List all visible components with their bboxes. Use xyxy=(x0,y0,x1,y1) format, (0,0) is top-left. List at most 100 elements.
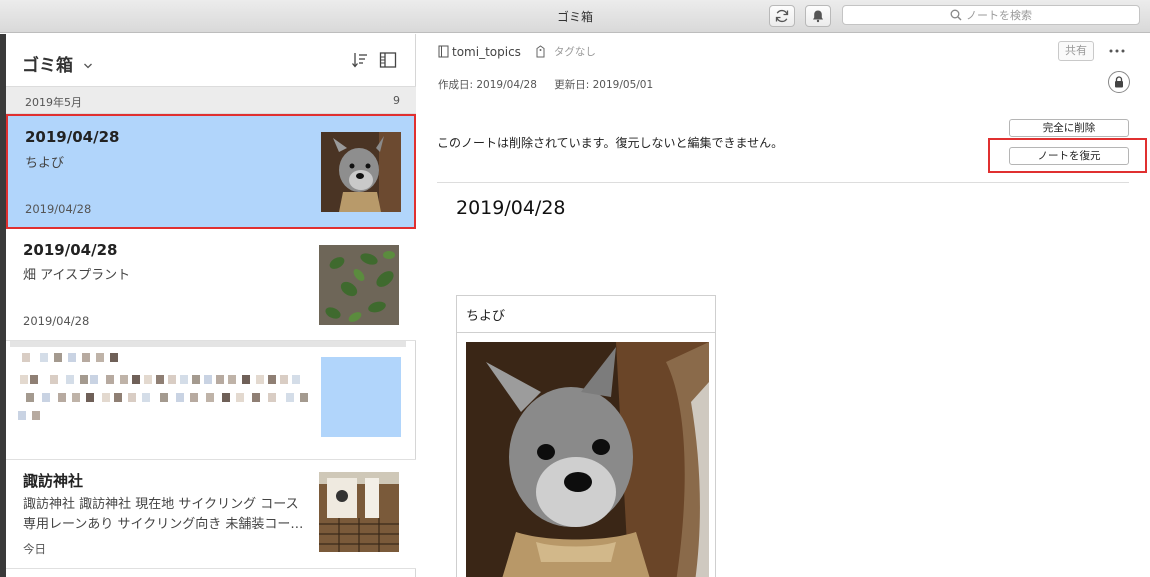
pixel-block xyxy=(30,375,38,384)
created-date: 作成日: 2019/04/28 xyxy=(438,79,537,91)
note-thumbnail-obscured xyxy=(321,357,401,437)
pixel-block xyxy=(90,375,98,384)
note-card-title: 諏訪神社 xyxy=(23,472,84,490)
pixel-block xyxy=(292,375,300,384)
tag-selector[interactable]: タグなし xyxy=(535,44,596,59)
pixel-block xyxy=(190,393,198,402)
title-bar: ゴミ箱 ノートを検索 xyxy=(0,0,1150,33)
pixel-block xyxy=(72,393,80,402)
pixel-block xyxy=(22,353,30,362)
more-icon[interactable] xyxy=(1108,43,1126,59)
pixel-block xyxy=(54,353,62,362)
pixel-block xyxy=(120,375,128,384)
section-label: 2019年5月 xyxy=(25,96,82,109)
sort-icon[interactable] xyxy=(351,51,369,69)
note-card-obscured[interactable] xyxy=(10,341,406,459)
table-header-cell: ちよび xyxy=(457,296,715,333)
plant-photo-icon xyxy=(319,245,399,325)
note-card-snippet: ちよび xyxy=(25,156,65,171)
pixel-block xyxy=(222,393,230,402)
pixel-block xyxy=(206,393,214,402)
note-card-title: 2019/04/28 xyxy=(25,128,120,146)
search-icon xyxy=(950,9,962,21)
date-section-header: 2019年5月 9 xyxy=(6,86,416,114)
note-table: ちよび xyxy=(456,295,716,577)
note-thumbnail-shrine xyxy=(319,472,399,552)
restore-note-button[interactable]: ノートを復元 xyxy=(1009,147,1129,165)
pixel-block xyxy=(58,393,66,402)
pixel-block xyxy=(160,393,168,402)
pixel-block xyxy=(286,393,294,402)
chevron-down-icon xyxy=(83,63,92,69)
restore-highlight: ノートを復元 xyxy=(988,138,1147,173)
pixel-block xyxy=(180,375,188,384)
note-card-date: 今日 xyxy=(23,542,46,556)
section-count: 9 xyxy=(393,94,400,107)
tag-icon xyxy=(536,45,545,58)
notebook-name[interactable]: tomi_topics xyxy=(452,45,521,59)
sync-button[interactable] xyxy=(769,5,795,27)
note-card-title: 2019/04/28 xyxy=(23,241,118,259)
pixel-block xyxy=(102,393,110,402)
pixel-block xyxy=(80,375,88,384)
delete-permanently-button[interactable]: 完全に削除 xyxy=(1009,119,1129,137)
pixel-block xyxy=(132,375,140,384)
pixel-block xyxy=(96,353,104,362)
pixel-block xyxy=(32,411,40,420)
pixel-block xyxy=(228,375,236,384)
pixel-block xyxy=(268,393,276,402)
pixel-block xyxy=(68,353,76,362)
pixel-block xyxy=(66,375,74,384)
pixel-block xyxy=(168,375,176,384)
pixel-block xyxy=(86,393,94,402)
note-card-snippet: 諏訪神社 諏訪神社 現在地 サイクリング コース 専用レーンあり サイクリング向… xyxy=(23,497,304,532)
pixel-block xyxy=(192,375,200,384)
pixel-block xyxy=(252,393,260,402)
lock-button[interactable] xyxy=(1108,71,1130,93)
dog-photo-icon xyxy=(466,342,709,577)
dog-photo-icon xyxy=(321,132,401,212)
pixel-block xyxy=(110,353,118,362)
pixel-block xyxy=(256,375,264,384)
divider xyxy=(437,182,1129,183)
pixel-block xyxy=(144,375,152,384)
pixel-block xyxy=(242,375,250,384)
updated-date: 更新日: 2019/05/01 xyxy=(554,79,654,91)
search-input[interactable]: ノートを検索 xyxy=(842,5,1140,25)
list-title: ゴミ箱 xyxy=(22,56,73,76)
layout-icon[interactable] xyxy=(379,51,397,69)
pixel-block xyxy=(300,393,308,402)
note-image-dog xyxy=(466,342,709,577)
note-thumbnail-dog xyxy=(321,132,401,212)
pixel-block xyxy=(106,375,114,384)
pixel-block xyxy=(204,375,212,384)
notification-button[interactable] xyxy=(805,5,831,27)
pixel-block xyxy=(42,393,50,402)
note-card[interactable]: 諏訪神社 諏訪神社 諏訪神社 現在地 サイクリング コース 専用レーンあり サイ… xyxy=(6,459,416,569)
note-card-selected[interactable]: 2019/04/28 ちよび 2019/04/28 xyxy=(6,114,416,229)
tag-label: タグなし xyxy=(553,46,596,58)
pixel-block xyxy=(236,393,244,402)
sync-icon xyxy=(775,9,789,23)
pixel-block xyxy=(20,375,28,384)
note-thumbnail-plant xyxy=(319,245,399,325)
pixel-block xyxy=(280,375,288,384)
note-card-date: 2019/04/28 xyxy=(23,314,90,328)
shrine-photo-icon xyxy=(319,472,399,552)
pixel-block xyxy=(216,375,224,384)
note-card[interactable]: 2019/04/28 畑 アイスプラント 2019/04/28 xyxy=(6,229,416,341)
note-card-date: 2019/04/28 xyxy=(25,202,92,216)
note-title: 2019/04/28 xyxy=(456,197,566,219)
list-header: ゴミ箱 xyxy=(6,34,416,86)
pixel-block xyxy=(82,353,90,362)
pixel-block xyxy=(128,393,136,402)
note-list: ゴミ箱 2019年5月 9 2019/04/28 ちよび 2019/04/28 xyxy=(6,34,416,577)
share-button[interactable]: 共有 xyxy=(1058,41,1094,61)
pixel-block xyxy=(50,375,58,384)
notebook-icon xyxy=(438,45,449,58)
note-editor: tomi_topics タグなし 共有 作成日: 2019/04/28 更新日:… xyxy=(417,34,1150,577)
pixel-block xyxy=(156,375,164,384)
notebook-selector[interactable]: ゴミ箱 xyxy=(22,51,93,76)
lock-icon xyxy=(1115,76,1123,88)
bell-icon xyxy=(813,10,823,23)
